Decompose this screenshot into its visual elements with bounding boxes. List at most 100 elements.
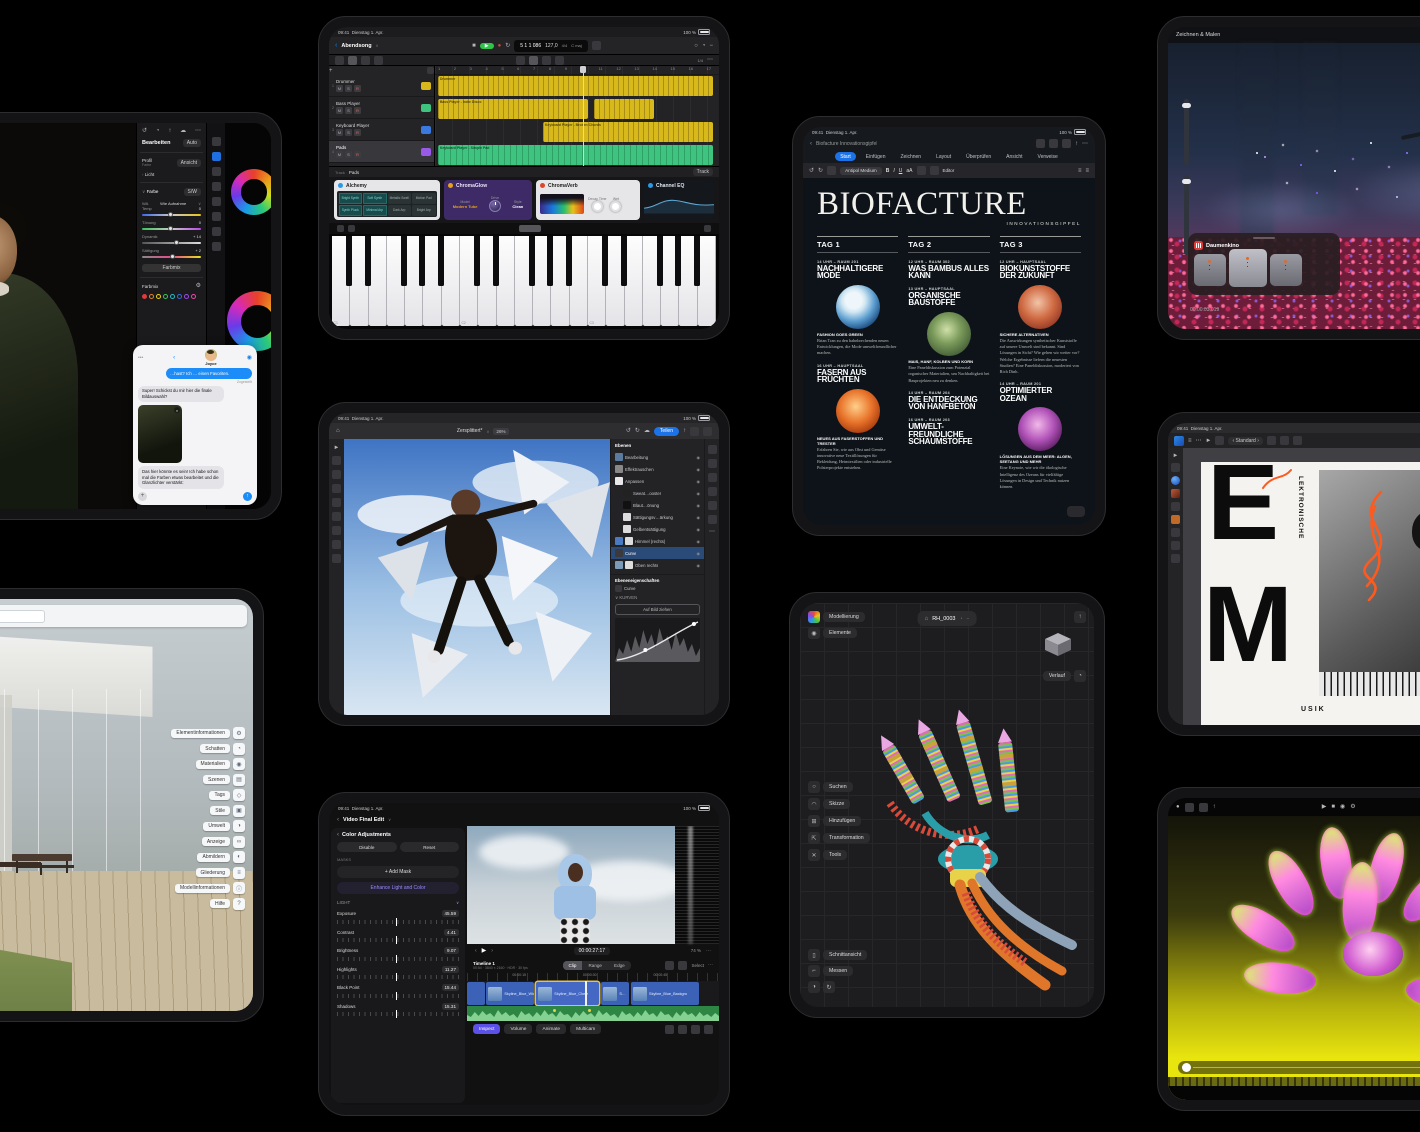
slider-knob[interactable] [174,240,179,245]
plugin-chromaglow[interactable]: ChromaGlow ModelModern Tube Drive StyleC… [444,180,532,220]
frame-thumbnail-active[interactable] [1229,249,1267,287]
add-attachment-button[interactable]: + [138,492,147,501]
brightness-slider[interactable]: Brightness9.07 [337,947,459,961]
render-style-icon[interactable]: ◑ [808,981,820,993]
drag-handle[interactable] [1253,237,1275,239]
undo-icon[interactable]: ↺ [809,168,814,174]
help-icon[interactable] [690,427,699,436]
style-paint-icon[interactable] [827,166,836,175]
brush-tool-icon[interactable] [1171,528,1180,537]
mute-button[interactable]: M [336,107,343,114]
model-info-icon[interactable]: ⓘ [233,882,245,894]
app-icon[interactable] [1174,436,1184,446]
camera-icon[interactable]: ◉ [1340,804,1345,810]
fill-tool-icon[interactable] [1171,541,1180,550]
panel-button[interactable]: Elementinformationen⚙ [171,727,245,739]
track-options-icon[interactable] [427,67,434,74]
display-icon[interactable]: ∞ [233,836,245,848]
zoom-level[interactable]: 26% [493,428,508,435]
share-icon[interactable]: ↑ [1213,804,1216,810]
adjust-tool-icon[interactable] [212,167,221,176]
canvas[interactable] [344,439,610,715]
highlight-icon[interactable] [930,166,939,175]
transform-icon[interactable] [1267,436,1276,445]
mode-clip[interactable]: Clip [563,961,583,970]
project-title[interactable]: Abendsong [341,43,371,49]
playhead[interactable] [585,981,587,1006]
piano-white-key[interactable] [478,236,496,326]
layer-row[interactable]: Sättigungsv…ärkung◉ [611,511,704,523]
plugin-alchemy[interactable]: Alchemy Bright Synth Soft Synth Metallic… [334,180,440,220]
align-icon[interactable]: ≡ [1078,168,1082,174]
preset-cell[interactable]: Bright Synth [339,193,363,204]
lcd-display[interactable]: 5 1 1 086 127,0 4/4 C maj [514,40,587,52]
transform-icon[interactable] [708,501,717,510]
drawing-canvas[interactable]: Daumenkino 00:00:03.019 [1168,43,1420,329]
type-tool-icon[interactable] [332,498,341,507]
piano-white-key[interactable] [643,236,661,326]
back-icon[interactable]: ‹ [337,817,339,823]
piano-white-key[interactable] [661,236,679,326]
piano-black-key[interactable] [365,236,371,286]
solo-button[interactable]: S [345,129,352,136]
shadows-icon[interactable]: ◔ [233,743,245,755]
text-style-button[interactable]: aA [906,168,912,174]
avatar[interactable] [205,349,217,361]
help-icon[interactable]: ? [233,898,245,910]
text-color-icon[interactable] [917,166,926,175]
timeline-scrubber[interactable] [1178,1061,1420,1074]
slider-knob[interactable] [170,254,175,259]
eye-icon[interactable]: ◉ [697,491,701,496]
zoom-tool-icon[interactable] [332,554,341,563]
piano-white-key[interactable] [405,236,423,326]
preset-cell[interactable]: Metallic Swell [388,193,412,204]
cloud-sync-icon[interactable]: ☁ [644,428,650,434]
piano-black-key[interactable] [547,236,553,286]
video-clip[interactable]: Skyline_Blue_Backgro [631,982,699,1005]
record-arm-button[interactable]: R [354,85,361,92]
brush-size-slider[interactable] [1184,99,1189,165]
piano-black-key[interactable] [474,236,480,286]
snap-icon[interactable] [678,961,687,970]
inspect-button[interactable]: Inspect [473,1024,500,1034]
zoom-control-button[interactable] [1067,506,1085,517]
skip-back-icon[interactable]: ‹ [475,948,477,954]
piano-black-key[interactable] [694,236,700,286]
piano-black-key[interactable] [401,236,407,286]
frame-strip[interactable] [1168,1077,1420,1086]
piano-black-key[interactable] [621,236,627,286]
piano-white-key[interactable] [551,236,569,326]
discover-icon[interactable] [703,427,712,436]
curves-histogram[interactable] [615,618,700,662]
eye-icon[interactable]: ◉ [697,551,701,556]
ansicht-button[interactable]: Ansicht [177,159,201,167]
cable-model[interactable] [830,663,1080,1007]
preset-cell[interactable]: Minimal Arp [363,205,387,216]
back-icon[interactable]: ‹ [337,832,339,838]
undo-icon[interactable]: ↺ [142,128,147,134]
eyedropper-tool-icon[interactable] [1171,502,1180,511]
region-keys[interactable]: Keyboard Player - Broken Chords [543,122,713,142]
element-info-icon[interactable]: ⚙ [233,727,245,739]
frame-thumbnail[interactable] [1270,254,1302,286]
plugin-channel-eq[interactable]: Channel EQ [644,180,714,220]
back-icon[interactable]: ‹ [335,42,337,49]
chevron-down-icon[interactable]: ∨ [388,817,391,822]
list-icon[interactable]: ≡ [1085,168,1089,174]
layers-icon[interactable] [1199,803,1208,812]
delete-icon[interactable] [665,1025,674,1034]
piano-white-key[interactable] [570,236,588,326]
farbmix-row[interactable]: Farbmix [142,284,158,289]
plugin-power-icon[interactable] [448,183,453,188]
color-dot-red[interactable] [142,294,147,299]
eye-icon[interactable]: ◉ [697,539,701,544]
record-arm-button[interactable]: R [354,151,361,158]
color-dot-green[interactable] [163,294,168,299]
timeline-ruler[interactable]: 00:00:15 00:00:30 00:00:45 [467,973,719,981]
panel-button[interactable]: Hilfe? [210,898,245,910]
font-family-select[interactable]: Antipol Medium [840,167,882,175]
auto-button[interactable]: Auto [183,139,201,147]
drive-knob[interactable] [489,200,501,212]
eye-icon[interactable]: ◉ [697,503,701,508]
gear-icon[interactable]: ⚙ [1350,804,1355,810]
